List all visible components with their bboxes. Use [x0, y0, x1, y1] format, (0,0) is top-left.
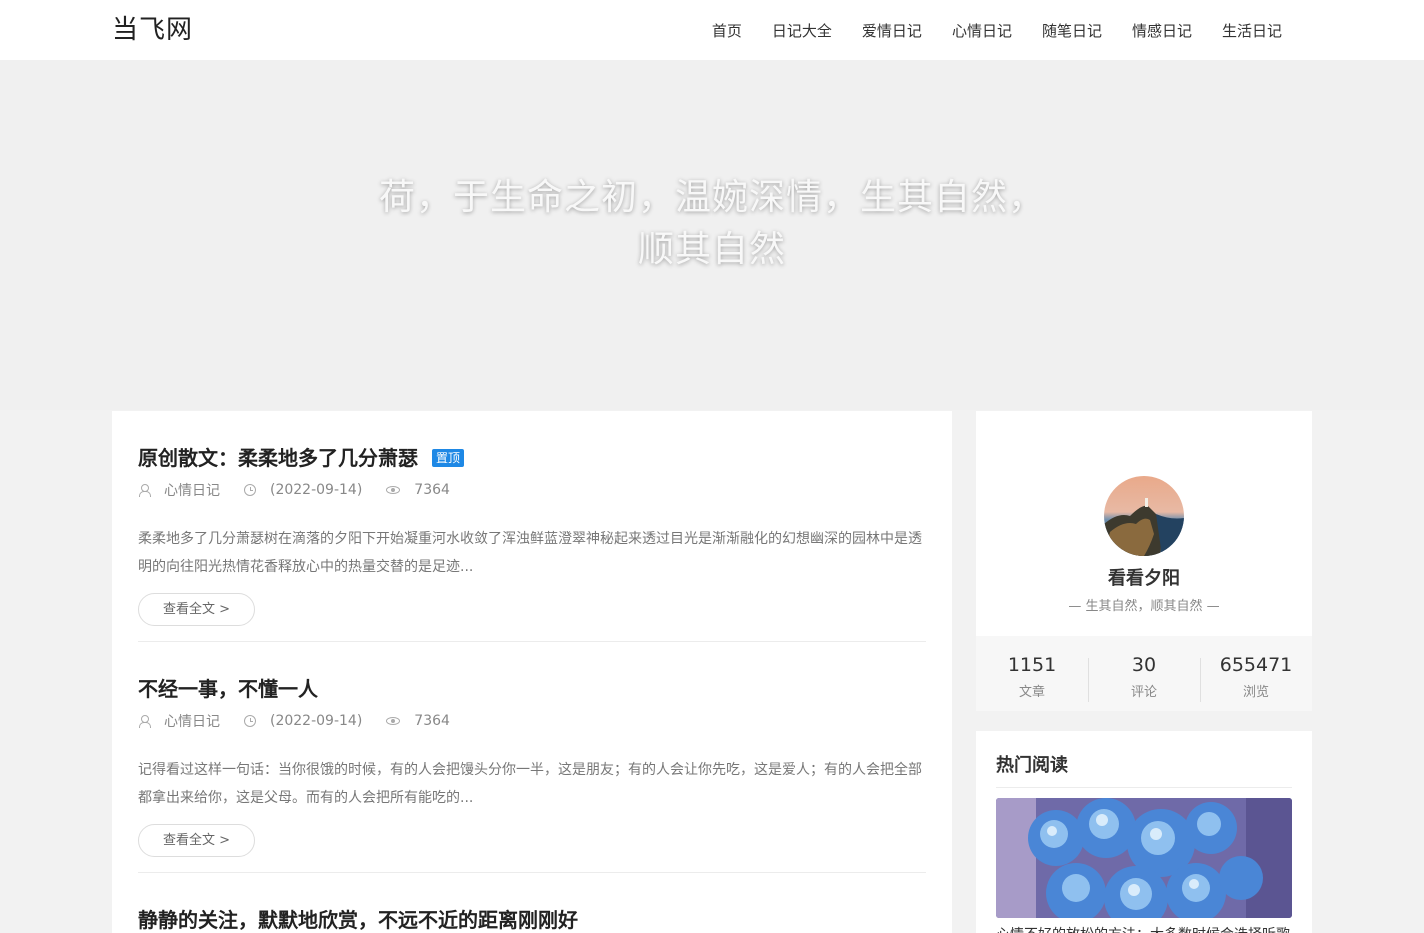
article-excerpt: 柔柔地多了几分萧瑟树在滴落的夕阳下开始凝重河水收敛了浑浊鲜蓝澄翠神秘起来透过目光…: [138, 531, 922, 575]
article-excerpt: 记得看过这样一句话：当你很饿的时候，有的人会把馒头分你一半，这是朋友；有的人会让…: [138, 762, 922, 806]
hero-banner: 荷，于生命之初，温婉深情，生其自然，顺其自然: [0, 60, 1424, 410]
article-item: 原创散文：柔柔地多了几分萧瑟 置顶 心情日记 (2022-09-14) 7364…: [138, 444, 926, 626]
pinned-badge: 置顶: [432, 449, 465, 467]
stat-number: 1151: [1007, 654, 1057, 676]
article-meta: 心情日记 (2022-09-14) 7364: [138, 480, 926, 500]
article-title[interactable]: 静静的关注，默默地欣赏，不远不近的距离刚刚好: [138, 906, 926, 933]
nav-item-love-diary[interactable]: 爱情日记: [862, 20, 922, 41]
nav-item-life-diary[interactable]: 生活日记: [1222, 20, 1282, 41]
article-title-text[interactable]: 原创散文：柔柔地多了几分萧瑟: [138, 444, 418, 472]
article-category[interactable]: 心情日记: [164, 480, 220, 500]
article-date: (2022-09-14): [270, 482, 363, 498]
stat-number: 30: [1131, 654, 1157, 676]
main-nav: 首页 日记大全 爱情日记 心情日记 随笔日记 情感日记 生活日记: [712, 0, 1282, 60]
article-date: (2022-09-14): [270, 713, 363, 729]
clock-icon: [244, 715, 256, 727]
read-more-button[interactable]: 查看全文 >: [138, 593, 255, 626]
hot-article-image[interactable]: [996, 798, 1292, 918]
article-title[interactable]: 不经一事，不懂一人: [138, 675, 926, 703]
stat-comments: 30 评论: [1088, 636, 1200, 711]
profile-name: 看看夕阳: [1108, 568, 1180, 589]
article-meta: 心情日记 (2022-09-14) 7364: [138, 711, 926, 731]
user-icon: [138, 484, 151, 497]
nav-item-mood-diary[interactable]: 心情日记: [952, 20, 1012, 41]
eye-icon: [386, 717, 401, 725]
avatar-image: [1104, 476, 1184, 556]
nav-item-diary-all[interactable]: 日记大全: [772, 20, 832, 41]
hot-article-caption[interactable]: 心情不好的放松的方法：大多数时候会选择听歌: [996, 924, 1292, 933]
article-category[interactable]: 心情日记: [164, 711, 220, 731]
profile-motto: — 生其自然，顺其自然 —: [1068, 599, 1220, 614]
clock-icon: [244, 484, 256, 496]
article-title[interactable]: 原创散文：柔柔地多了几分萧瑟 置顶: [138, 444, 926, 472]
avatar[interactable]: [1104, 476, 1184, 556]
stat-label: 浏览: [1242, 685, 1269, 700]
stat-number: 655471: [1219, 654, 1293, 676]
hot-reading-title: 热门阅读: [996, 755, 1068, 776]
stat-label: 文章: [1018, 685, 1045, 700]
hot-reading-divider: [996, 787, 1292, 788]
article-title-text[interactable]: 不经一事，不懂一人: [138, 675, 318, 703]
site-logo[interactable]: 当飞网: [112, 14, 193, 46]
profile-card: 看看夕阳 — 生其自然，顺其自然 — 1151 文章 30 评论 655471 …: [976, 411, 1312, 711]
stat-articles: 1151 文章: [976, 636, 1088, 711]
nav-item-home[interactable]: 首页: [712, 20, 742, 41]
eye-icon: [386, 486, 401, 494]
user-icon: [138, 715, 151, 728]
article-list: 原创散文：柔柔地多了几分萧瑟 置顶 心情日记 (2022-09-14) 7364…: [112, 411, 952, 933]
stat-views: 655471 浏览: [1200, 636, 1312, 711]
article-divider: [138, 872, 926, 873]
hot-reading-card: 热门阅读: [976, 731, 1312, 933]
article-divider: [138, 641, 926, 642]
article-views: 7364: [414, 482, 450, 498]
hydrangea-illustration: [996, 798, 1292, 918]
stat-label: 评论: [1130, 685, 1157, 700]
read-more-button[interactable]: 查看全文 >: [138, 824, 255, 857]
nav-item-emotion-diary[interactable]: 情感日记: [1132, 20, 1192, 41]
article-views: 7364: [414, 713, 450, 729]
profile-stats: 1151 文章 30 评论 655471 浏览: [976, 636, 1312, 711]
site-header: 当飞网 首页 日记大全 爱情日记 心情日记 随笔日记 情感日记 生活日记: [0, 0, 1424, 60]
article-item: 静静的关注，默默地欣赏，不远不近的距离刚刚好: [138, 906, 926, 933]
article-title-text[interactable]: 静静的关注，默默地欣赏，不远不近的距离刚刚好: [138, 906, 578, 933]
hero-title: 荷，于生命之初，温婉深情，生其自然，顺其自然: [378, 177, 1045, 270]
nav-item-essay-diary[interactable]: 随笔日记: [1042, 20, 1102, 41]
article-item: 不经一事，不懂一人 心情日记 (2022-09-14) 7364 记得看过这样一…: [138, 675, 926, 857]
